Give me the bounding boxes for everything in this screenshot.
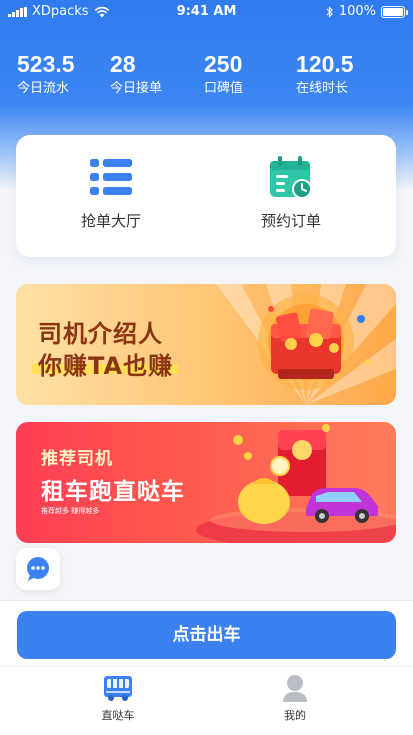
start-driving-button[interactable]: 点击出车 bbox=[17, 611, 396, 659]
stat-label: 在线时长 bbox=[296, 81, 349, 96]
banner-title: 租车跑直哒车 bbox=[41, 479, 185, 505]
stat-value: 28 bbox=[110, 51, 136, 77]
menu-order-hall[interactable]: 抢单大厅 bbox=[16, 153, 206, 243]
user-icon bbox=[283, 675, 307, 702]
bus-icon bbox=[104, 676, 132, 701]
banner-note: 推荐越多 赚得越多 bbox=[41, 507, 100, 515]
menu-label: 预约订单 bbox=[260, 212, 321, 230]
tab-label: 我的 bbox=[284, 709, 306, 722]
menu-label: 抢单大厅 bbox=[80, 212, 141, 230]
stats-row: 523.5 今日流水 28 今日接单 250 口碑值 120.5 在线时长 bbox=[0, 50, 413, 100]
stat-value: 250 bbox=[204, 51, 243, 77]
tab-bar: 直哒车 我的 bbox=[0, 666, 413, 735]
tab-home[interactable]: 直哒车 bbox=[58, 673, 178, 723]
calendar-clock-icon bbox=[270, 156, 312, 199]
battery-icon bbox=[381, 5, 408, 18]
stat-label: 今日流水 bbox=[17, 81, 70, 96]
stat-online-hours: 120.5 在线时长 bbox=[296, 50, 354, 98]
stat-today-orders: 28 今日接单 bbox=[110, 50, 162, 98]
stat-value: 523.5 bbox=[17, 51, 75, 77]
tab-mine[interactable]: 我的 bbox=[235, 673, 355, 723]
banner-title: 司机介绍人 bbox=[38, 320, 163, 348]
banner-tagline: 推荐司机 bbox=[41, 449, 113, 469]
tab-label: 直哒车 bbox=[101, 709, 135, 722]
stat-value: 120.5 bbox=[296, 51, 354, 77]
referral-banner[interactable]: 司机介绍人 你赚TA也赚 bbox=[16, 284, 396, 405]
banner-subtitle: 你赚TA也赚 bbox=[38, 352, 174, 380]
chat-button[interactable] bbox=[16, 548, 60, 590]
stat-reputation: 250 口碑值 bbox=[204, 50, 243, 98]
bluetooth-icon bbox=[326, 5, 333, 18]
menu-reservation-orders[interactable]: 预约订单 bbox=[196, 153, 386, 243]
stat-today-revenue: 523.5 今日流水 bbox=[17, 50, 75, 98]
status-bar: XDpacks 9:41 AM 100% bbox=[0, 0, 413, 24]
rent-car-banner[interactable]: 推荐司机 租车跑直哒车 推荐越多 赚得越多 bbox=[16, 422, 396, 543]
stat-label: 口碑值 bbox=[204, 81, 244, 96]
stat-label: 今日接单 bbox=[110, 81, 163, 96]
battery-percent: 100% bbox=[338, 4, 376, 19]
list-icon bbox=[90, 159, 132, 195]
quick-menu-card: 抢单大厅 预约订单 bbox=[16, 135, 396, 257]
chat-bubble-icon bbox=[27, 557, 49, 581]
